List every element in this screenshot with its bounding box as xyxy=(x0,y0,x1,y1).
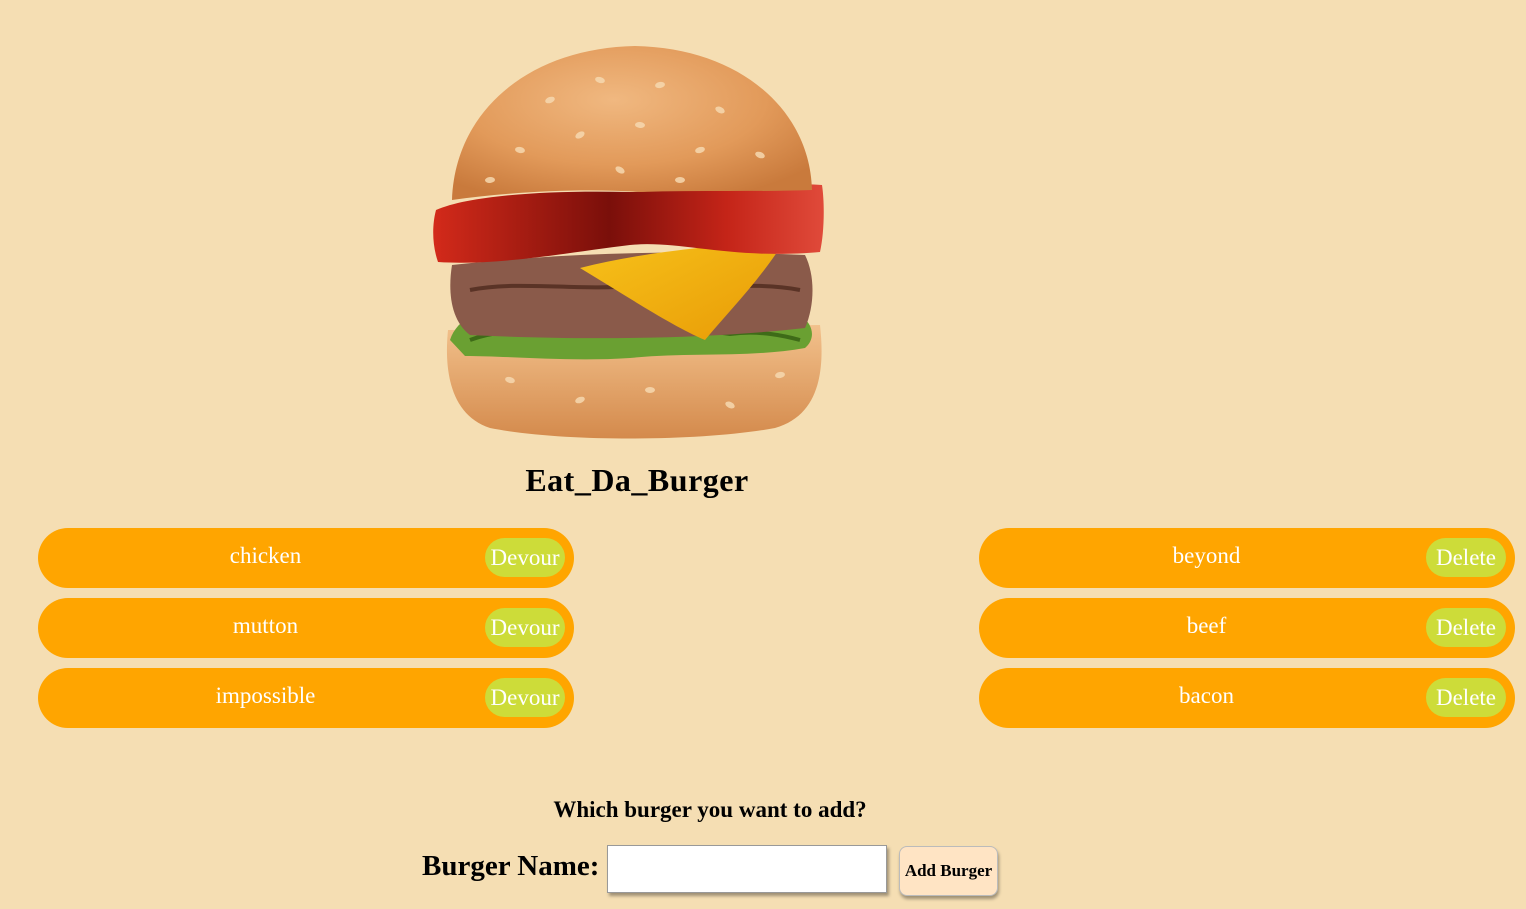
burger-name: beef xyxy=(1186,613,1227,638)
burger-name-input[interactable] xyxy=(607,845,887,893)
burger-name: beyond xyxy=(1172,543,1241,568)
burger-item: beef Delete xyxy=(979,598,1515,658)
burger-item: mutton Devour xyxy=(38,598,574,658)
devour-button[interactable]: Devour xyxy=(485,538,565,577)
devour-button[interactable]: Devour xyxy=(485,608,565,647)
devour-button[interactable]: Devour xyxy=(485,678,565,717)
delete-button[interactable]: Delete xyxy=(1426,678,1506,717)
burger-item: beyond Delete xyxy=(979,528,1515,588)
burger-name: mutton xyxy=(232,613,299,638)
add-burger-button[interactable]: Add Burger xyxy=(899,846,998,896)
burger-name: impossible xyxy=(215,683,316,708)
delete-button[interactable]: Delete xyxy=(1426,608,1506,647)
delete-button[interactable]: Delete xyxy=(1426,538,1506,577)
burger-name: bacon xyxy=(1179,683,1234,708)
burger-item: bacon Delete xyxy=(979,668,1515,728)
burger-name: chicken xyxy=(229,543,302,568)
burger-illustration xyxy=(433,46,824,439)
burger-item: impossible Devour xyxy=(38,668,574,728)
form-question: Which burger you want to add? xyxy=(553,797,867,822)
burger-name-label: Burger Name: xyxy=(422,850,600,882)
page-title: Eat_Da_Burger xyxy=(525,462,749,498)
burger-item: chicken Devour xyxy=(38,528,574,588)
